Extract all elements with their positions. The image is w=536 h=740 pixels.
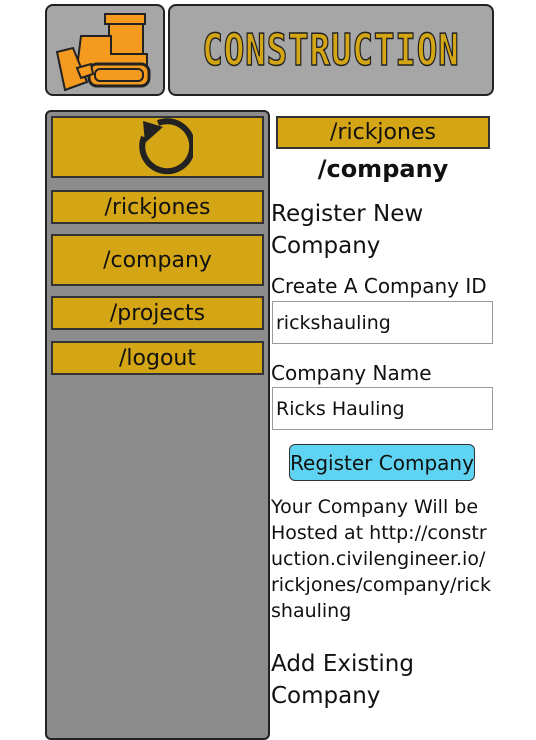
app-title: CONSTRUCTION [202, 24, 460, 77]
register-heading: Register New Company [271, 201, 424, 259]
sidebar-item-label: /rickjones [104, 194, 211, 220]
refresh-icon [138, 118, 193, 175]
register-company-button[interactable]: Register Company [289, 444, 475, 481]
bulldozer-icon [55, 13, 151, 92]
sidebar-item-label: /logout [119, 345, 196, 371]
page-title: /company [317, 155, 449, 183]
logo [45, 4, 165, 96]
company-name-field[interactable] [272, 387, 493, 430]
sidebar-item-projects[interactable]: /projects [51, 296, 264, 330]
sidebar: /rickjones /company /projects /logout [45, 110, 270, 740]
user-path-button[interactable]: /rickjones [276, 116, 490, 149]
hosted-url-text: Your Company Will be Hosted at http://co… [271, 496, 491, 622]
sidebar-item-company[interactable]: /company [51, 234, 264, 286]
add-existing-heading: Add Existing Company [271, 651, 414, 709]
sidebar-item-rickjones[interactable]: /rickjones [51, 190, 264, 224]
sidebar-item-label: /company [103, 247, 212, 273]
user-path-label: /rickjones [330, 120, 436, 145]
sidebar-item-logout[interactable]: /logout [51, 341, 264, 375]
register-company-label: Register Company [290, 450, 474, 475]
company-id-label: Create A Company ID [271, 274, 487, 298]
company-name-label: Company Name [271, 361, 432, 385]
app-title-banner: CONSTRUCTION [168, 4, 494, 96]
company-id-field[interactable] [272, 301, 493, 344]
sidebar-item-label: /projects [109, 300, 206, 326]
refresh-button[interactable] [51, 116, 264, 178]
